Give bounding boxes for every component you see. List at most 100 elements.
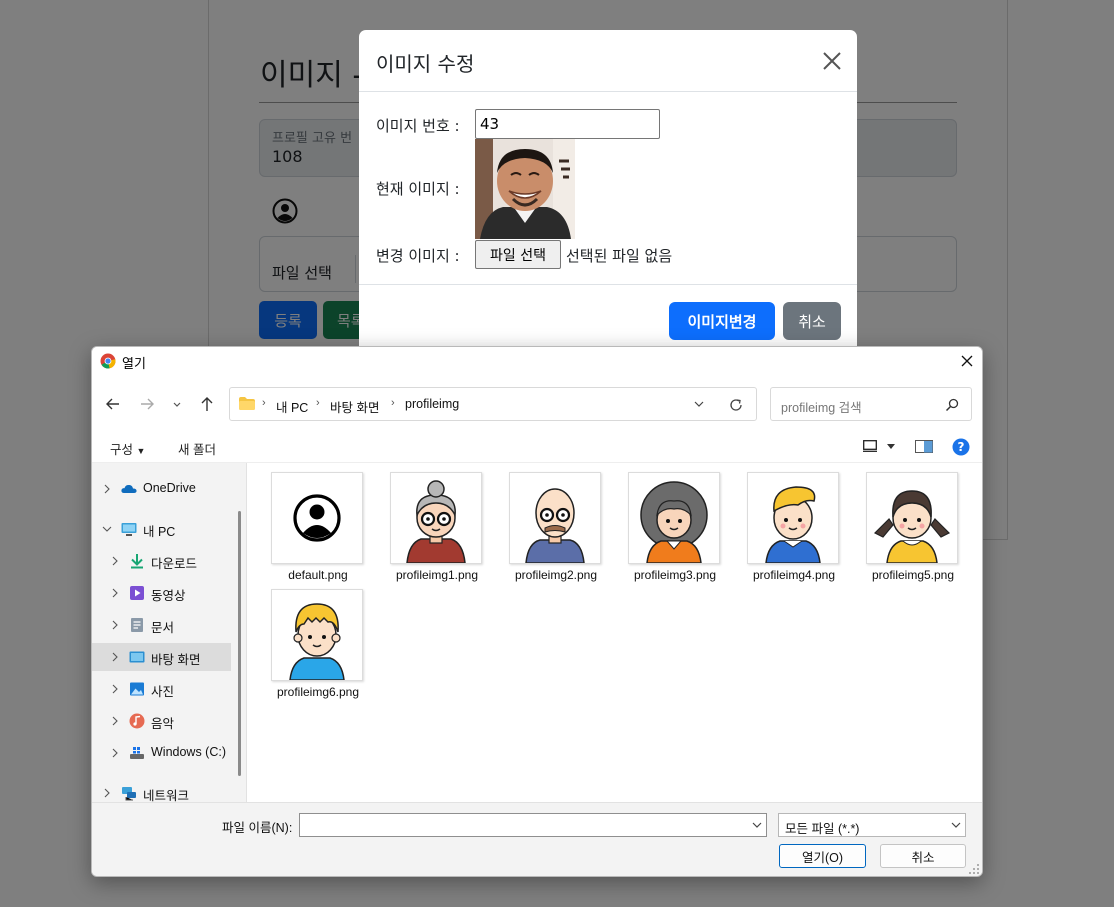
file-tile-default[interactable]: default.png [260,464,364,582]
sidebar-item-my-pc[interactable]: 내 PC [92,515,231,543]
video-icon [130,586,144,600]
close-icon[interactable] [958,352,976,370]
sidebar-item-desktop[interactable]: 바탕 화면 [92,643,231,671]
sidebar-scrollbar[interactable] [238,511,241,776]
forward-arrow-icon[interactable] [138,395,156,413]
chevron-right-icon[interactable] [110,684,120,694]
breadcrumb-desktop[interactable]: 바탕 화면 [330,397,379,416]
file-thumbnail [271,589,363,681]
chrome-icon [100,353,116,369]
chevron-right-icon[interactable] [102,788,112,798]
chevron-right-icon[interactable] [110,556,120,566]
chevron-down-icon[interactable] [694,400,704,408]
change-image-button[interactable]: 이미지변경 [669,302,775,340]
sidebar-item-pictures[interactable]: 사진 [92,675,231,703]
refresh-icon[interactable] [728,397,744,413]
sidebar-item-network[interactable]: 네트워크 [92,779,231,802]
sidebar-label: 음악 [151,717,175,731]
chevron-right-icon[interactable] [110,652,120,662]
sidebar-label: 문서 [151,621,175,635]
dialog-footer: 파일 이름(N): 모든 파일 (*.*) 열기(O) 취소 [92,802,982,876]
chevron-right-icon[interactable] [110,588,120,598]
address-bar[interactable]: › 내 PC › 바탕 화면 › profileimg [229,387,757,421]
new-folder-button[interactable]: 새 폴더 [178,439,216,458]
file-tile-profileimg2[interactable]: profileimg2.png [498,464,602,582]
sidebar-item-videos[interactable]: 동영상 [92,579,231,607]
dialog-cancel-button[interactable]: 취소 [880,844,966,868]
back-arrow-icon[interactable] [104,395,122,413]
filename-label: 파일 이름(N): [222,821,293,835]
close-icon[interactable] [821,50,843,72]
navigation-pane: OneDrive 내 PC 다운로드 동영상 문서 바탕 화면 사진 음악 Wi… [92,463,247,802]
sidebar-label: 바탕 화면 [151,653,201,667]
file-tile-profileimg3[interactable]: profileimg3.png [617,464,721,582]
grandmother-avatar-icon [406,480,466,563]
sidebar-item-onedrive[interactable]: OneDrive [92,475,231,503]
file-thumbnail [866,472,958,564]
cloud-icon [121,484,137,493]
blonde-boy-avatar-icon [765,486,821,563]
sidebar-label: 동영상 [151,589,186,603]
preview-pane-icon[interactable] [915,440,933,453]
current-image-preview [475,139,575,239]
recent-locations-icon[interactable] [171,395,183,413]
pictures-icon [130,682,144,696]
breadcrumb-separator: › [391,397,395,409]
chevron-down-icon[interactable] [752,822,762,829]
change-image-label: 변경 이미지 : [376,247,460,265]
file-thumbnail [628,472,720,564]
file-tile-profileimg6[interactable]: profileimg6.png [260,581,364,699]
filename-input[interactable] [299,813,767,837]
dialog-toolbar: 구성 ▼ 새 폴더 ? [92,431,982,463]
sidebar-label: 네트워크 [143,789,190,802]
chevron-right-icon[interactable] [110,620,120,630]
current-image-label: 현재 이미지 : [376,180,460,198]
view-mode-icon[interactable] [863,440,877,452]
file-tile-profileimg4[interactable]: profileimg4.png [736,464,840,582]
modal-cancel-button[interactable]: 취소 [783,302,841,340]
chevron-down-icon[interactable] [951,822,961,829]
up-arrow-icon[interactable] [198,395,216,413]
sidebar-item-windows-c[interactable]: Windows (C:) [92,739,231,767]
filetype-select[interactable]: 모든 파일 (*.*) [778,813,966,837]
file-choose-button[interactable]: 파일 선택 [475,240,561,269]
sidebar-label: 다운로드 [151,557,198,571]
yellow-hair-boy-avatar-icon [289,603,345,680]
file-tile-profileimg5[interactable]: profileimg5.png [855,464,959,582]
sidebar-item-downloads[interactable]: 다운로드 [92,547,231,575]
sidebar-label: 내 PC [143,525,176,539]
sidebar-item-music[interactable]: 음악 [92,707,231,735]
breadcrumb-my-pc[interactable]: 내 PC [276,397,308,416]
file-tile-profileimg1[interactable]: profileimg1.png [379,464,483,582]
chevron-down-icon[interactable] [887,444,895,449]
file-thumbnail [747,472,839,564]
organize-label: 구성 [110,443,134,457]
search-icon[interactable] [945,398,959,412]
navigation-bar: › 내 PC › 바탕 화면 › profileimg profileimg 검… [92,377,982,431]
search-input[interactable]: profileimg 검색 [770,387,972,421]
image-edit-modal: 이미지 수정 이미지 번호 : 현재 이미지 : 변경 이미지 : [359,30,857,370]
breadcrumb-profileimg[interactable]: profileimg [405,397,459,411]
resize-grip-icon[interactable] [968,863,980,875]
image-number-input[interactable] [475,109,660,139]
document-icon [131,618,143,632]
network-icon [122,787,136,801]
help-icon[interactable]: ? [952,438,970,456]
chevron-right-icon[interactable] [110,748,120,758]
chevron-right-icon[interactable] [110,716,120,726]
drive-icon [130,747,144,759]
sidebar-item-documents[interactable]: 문서 [92,611,231,639]
default-avatar-icon [293,494,341,542]
computer-icon [121,523,137,536]
download-icon [131,554,143,569]
svg-text:?: ? [958,440,965,454]
modal-title: 이미지 수정 [376,52,475,76]
modal-header: 이미지 수정 [359,30,857,92]
organize-menu[interactable]: 구성 ▼ [110,439,145,458]
chevron-right-icon[interactable] [102,484,112,494]
file-thumbnail [390,472,482,564]
chevron-down-icon[interactable] [102,524,112,534]
file-list: default.png profileimg1.png profileimg2.… [248,463,982,802]
open-button[interactable]: 열기(O) [779,844,866,868]
filetype-value: 모든 파일 (*.*) [785,822,860,836]
